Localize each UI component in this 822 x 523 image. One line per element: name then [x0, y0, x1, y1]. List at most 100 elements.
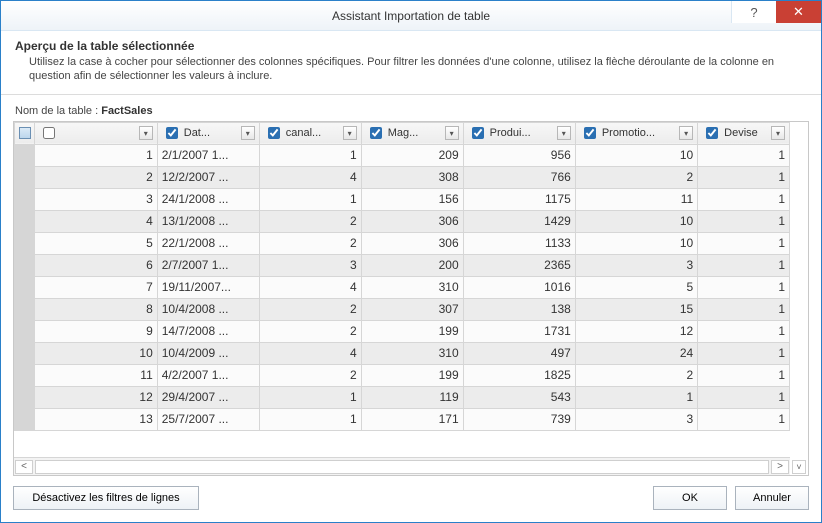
- row-selector[interactable]: [15, 364, 35, 386]
- row-selector[interactable]: [15, 342, 35, 364]
- col-dropdown-devise[interactable]: ▾: [771, 126, 785, 140]
- cell-mag: 308: [361, 166, 463, 188]
- col-header-mag[interactable]: Mag... ▾: [361, 122, 463, 144]
- col-header-promotion[interactable]: Promotio... ▾: [575, 122, 697, 144]
- cell-produit: 956: [463, 144, 575, 166]
- col-dropdown-produit[interactable]: ▾: [557, 126, 571, 140]
- row-selector[interactable]: [15, 298, 35, 320]
- cell-promotion: 24: [575, 342, 697, 364]
- page-title: Aperçu de la table sélectionnée: [15, 39, 801, 53]
- row-selector[interactable]: [15, 188, 35, 210]
- row-selector[interactable]: [15, 144, 35, 166]
- cell-produit: 1429: [463, 210, 575, 232]
- ok-button[interactable]: OK: [653, 486, 727, 510]
- col-dropdown-canal[interactable]: ▾: [343, 126, 357, 140]
- cell-number: 6: [35, 254, 157, 276]
- row-selector[interactable]: [15, 320, 35, 342]
- col-header-canal[interactable]: canal... ▾: [259, 122, 361, 144]
- row-selector[interactable]: [15, 408, 35, 430]
- col-dropdown-number[interactable]: ▾: [139, 126, 153, 140]
- table-row[interactable]: 12/1/2007 1...1209956101: [15, 144, 790, 166]
- cell-devise: 1: [698, 320, 790, 342]
- cell-devise: 1: [698, 364, 790, 386]
- scroll-left-button[interactable]: <: [15, 460, 33, 474]
- row-selector[interactable]: [15, 232, 35, 254]
- cell-produit: 1016: [463, 276, 575, 298]
- cell-produit: 739: [463, 408, 575, 430]
- cell-number: 10: [35, 342, 157, 364]
- help-button[interactable]: ?: [731, 1, 776, 23]
- table-row[interactable]: 1229/4/2007 ...111954311: [15, 386, 790, 408]
- col-checkbox-produit[interactable]: [472, 127, 484, 139]
- table-row[interactable]: 914/7/2008 ...21991731121: [15, 320, 790, 342]
- row-selector[interactable]: [15, 210, 35, 232]
- col-label-date: Dat...: [184, 127, 238, 139]
- page-description: Utilisez la case à cocher pour sélection…: [15, 55, 801, 84]
- cell-promotion: 10: [575, 232, 697, 254]
- col-checkbox-mag[interactable]: [370, 127, 382, 139]
- col-checkbox-devise[interactable]: [706, 127, 718, 139]
- col-checkbox-date[interactable]: [166, 127, 178, 139]
- row-selector[interactable]: [15, 386, 35, 408]
- table-row[interactable]: 522/1/2008 ...23061133101: [15, 232, 790, 254]
- cell-mag: 171: [361, 408, 463, 430]
- col-header-produit[interactable]: Produi... ▾: [463, 122, 575, 144]
- cell-promotion: 3: [575, 408, 697, 430]
- cell-mag: 306: [361, 232, 463, 254]
- clear-row-filters-button[interactable]: Désactivez les filtres de lignes: [13, 486, 199, 510]
- content-area: Nom de la table : FactSales: [1, 95, 821, 476]
- row-selector[interactable]: [15, 254, 35, 276]
- close-button[interactable]: ✕: [776, 1, 821, 23]
- col-header-number[interactable]: ▾: [35, 122, 157, 144]
- cell-produit: 1133: [463, 232, 575, 254]
- cell-produit: 1825: [463, 364, 575, 386]
- table-row[interactable]: 1325/7/2007 ...117173931: [15, 408, 790, 430]
- table-row[interactable]: 719/11/2007...4310101651: [15, 276, 790, 298]
- header-band: Aperçu de la table sélectionnée Utilisez…: [1, 31, 821, 95]
- col-dropdown-date[interactable]: ▾: [241, 126, 255, 140]
- cell-date: 10/4/2009 ...: [157, 342, 259, 364]
- scroll-right-button[interactable]: >: [771, 460, 789, 474]
- cell-produit: 1175: [463, 188, 575, 210]
- cell-produit: 138: [463, 298, 575, 320]
- row-selector[interactable]: [15, 166, 35, 188]
- cell-produit: 2365: [463, 254, 575, 276]
- col-dropdown-mag[interactable]: ▾: [445, 126, 459, 140]
- cell-canal: 3: [259, 254, 361, 276]
- cell-date: 4/2/2007 1...: [157, 364, 259, 386]
- table-row[interactable]: 324/1/2008 ...11561175111: [15, 188, 790, 210]
- cell-date: 24/1/2008 ...: [157, 188, 259, 210]
- horizontal-scrollbar[interactable]: < >: [14, 457, 790, 475]
- cell-devise: 1: [698, 144, 790, 166]
- cell-mag: 200: [361, 254, 463, 276]
- table-name-label: Nom de la table :: [15, 105, 98, 117]
- table-row[interactable]: 1010/4/2009 ...4310497241: [15, 342, 790, 364]
- col-dropdown-promotion[interactable]: ▾: [679, 126, 693, 140]
- col-header-date[interactable]: Dat... ▾: [157, 122, 259, 144]
- cell-mag: 209: [361, 144, 463, 166]
- table-row[interactable]: 810/4/2008 ...2307138151: [15, 298, 790, 320]
- select-all-header[interactable]: [15, 122, 35, 144]
- titlebar: Assistant Importation de table ? ✕: [1, 1, 821, 31]
- cell-mag: 156: [361, 188, 463, 210]
- cell-date: 12/2/2007 ...: [157, 166, 259, 188]
- cell-mag: 199: [361, 320, 463, 342]
- table-row[interactable]: 212/2/2007 ...430876621: [15, 166, 790, 188]
- cell-devise: 1: [698, 254, 790, 276]
- scroll-track[interactable]: [35, 460, 769, 474]
- table-name-row: Nom de la table : FactSales: [15, 105, 809, 117]
- cell-devise: 1: [698, 232, 790, 254]
- table-row[interactable]: 62/7/2007 1...3200236531: [15, 254, 790, 276]
- col-header-devise[interactable]: Devise ▾: [698, 122, 790, 144]
- table-row[interactable]: 413/1/2008 ...23061429101: [15, 210, 790, 232]
- col-checkbox-canal[interactable]: [268, 127, 280, 139]
- cell-mag: 307: [361, 298, 463, 320]
- col-checkbox-number[interactable]: [43, 127, 55, 139]
- cancel-button[interactable]: Annuler: [735, 486, 809, 510]
- table-row[interactable]: 114/2/2007 1...2199182521: [15, 364, 790, 386]
- col-checkbox-promotion[interactable]: [584, 127, 596, 139]
- cell-number: 7: [35, 276, 157, 298]
- row-selector[interactable]: [15, 276, 35, 298]
- scroll-down-button[interactable]: ˅: [792, 460, 806, 474]
- cell-number: 9: [35, 320, 157, 342]
